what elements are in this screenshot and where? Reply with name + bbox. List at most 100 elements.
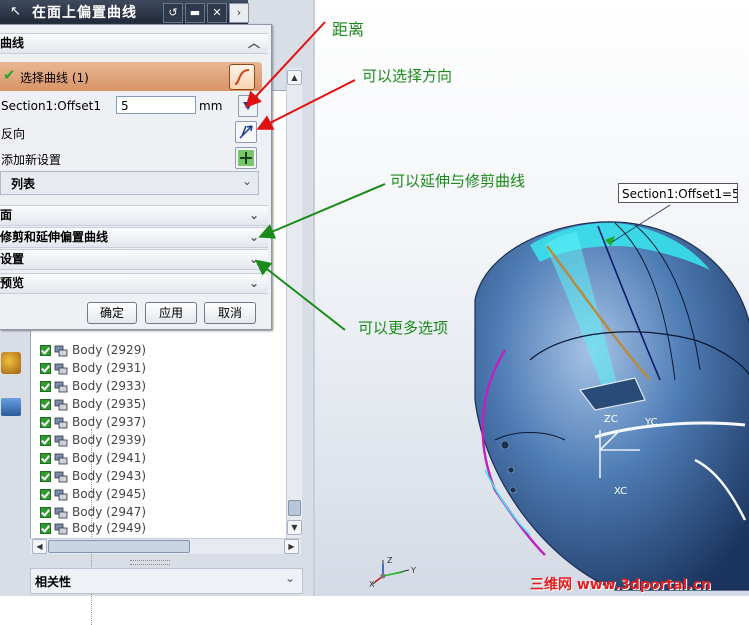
tree-row[interactable]: Body (2949) [40, 519, 146, 537]
checkbox-icon[interactable] [40, 399, 51, 410]
chevron-up-icon[interactable]: ︿ [246, 34, 262, 53]
tree-row-label: Body (2929) [72, 343, 147, 357]
list-combo[interactable]: 列表 ⌄ [0, 171, 259, 195]
curve-select-icon[interactable] [229, 64, 255, 90]
scroll-right-icon[interactable]: ▶ [284, 539, 299, 554]
tree-horizontal-scrollbar[interactable]: ◀ ▶ [30, 538, 301, 554]
settings-group-header[interactable]: 设置 ⌄ [0, 249, 268, 270]
tree-row[interactable]: Body (2939) [40, 431, 146, 449]
ok-button[interactable]: 确定 [87, 302, 137, 324]
tool-pointer-icon: ↖ [10, 4, 21, 19]
settings-group-label: 设置 [0, 252, 25, 266]
checkbox-icon[interactable] [40, 435, 51, 446]
tree-row-label: Body (2949) [72, 521, 147, 535]
check-icon: ✔ [3, 66, 16, 84]
trim-group-header[interactable]: 修剪和延伸偏置曲线 ⌄ [0, 227, 268, 248]
select-curve-row[interactable]: ✔ 选择曲线 (1) [0, 62, 262, 91]
body-icon [54, 381, 68, 392]
helmet-model[interactable] [315, 0, 749, 596]
splitter-handle[interactable] [130, 560, 170, 565]
triad-label-y: Y [411, 566, 416, 575]
tree-row-label: Body (2939) [72, 433, 147, 447]
preview-group-header[interactable]: 预览 ⌄ [0, 273, 268, 294]
chevron-down-icon[interactable]: ⌄ [246, 250, 262, 269]
hscroll-thumb[interactable] [48, 540, 190, 553]
chevron-down-icon[interactable]: ⌄ [246, 274, 262, 293]
checkbox-icon[interactable] [40, 471, 51, 482]
checkbox-icon[interactable] [40, 507, 51, 518]
tree-row[interactable]: Body (2929) [40, 341, 146, 359]
body-icon [54, 399, 68, 410]
dialog-title-bar[interactable]: ↖ 在面上偏置曲线 ↺ ▬ ✕ › [0, 0, 249, 24]
related-panel-header[interactable]: 相关性 ⌄ [30, 568, 303, 594]
history-icon[interactable] [1, 398, 21, 416]
body-icon [54, 417, 68, 428]
tree-row[interactable]: Body (2945) [40, 485, 146, 503]
axis-label-yc: YC [645, 417, 658, 428]
tree-vertical-scrollbar[interactable]: ▲ ▼ [286, 68, 302, 538]
body-icon [54, 507, 68, 518]
tree-row[interactable]: Body (2943) [40, 467, 146, 485]
chevron-down-icon[interactable]: ⌄ [282, 571, 298, 589]
list-label: 列表 [11, 177, 36, 191]
dialog-title: 在面上偏置曲线 [32, 5, 137, 21]
close-icon[interactable]: ✕ [207, 3, 227, 23]
checkbox-icon[interactable] [40, 453, 51, 464]
related-panel-label: 相关性 [35, 575, 72, 589]
body-icon [54, 471, 68, 482]
curve-group-header[interactable]: 曲线 ︿ [0, 33, 268, 54]
reset-icon[interactable]: ↺ [163, 3, 183, 23]
body-icon [54, 453, 68, 464]
tree-row[interactable]: Body (2931) [40, 359, 146, 377]
watermark: 三维网 www.3dportal.cn [530, 577, 711, 593]
tree-row-label: Body (2935) [72, 397, 147, 411]
cancel-button[interactable]: 取消 [204, 302, 256, 324]
body-icon [54, 435, 68, 446]
add-setting-icon[interactable] [235, 147, 257, 169]
chevron-down-icon[interactable]: ⌄ [242, 174, 252, 188]
unit-dropdown-icon[interactable] [238, 95, 258, 117]
tree-row[interactable]: Body (2941) [40, 449, 146, 467]
offset-label: Section1:Offset1 [1, 99, 101, 113]
scroll-down-icon[interactable]: ▼ [287, 520, 302, 535]
tree-row-label: Body (2945) [72, 487, 147, 501]
annotation-choose-direction: 可以选择方向 [362, 67, 453, 85]
reverse-direction-icon[interactable] [235, 121, 257, 143]
checkbox-icon[interactable] [40, 363, 51, 374]
unit-label: mm [199, 99, 223, 113]
chevron-down-icon[interactable]: ⌄ [246, 228, 262, 247]
tree-row-label: Body (2931) [72, 361, 147, 375]
scroll-left-icon[interactable]: ◀ [32, 539, 47, 554]
roles-icon[interactable] [1, 352, 21, 374]
axis-label-zc: ZC [604, 414, 618, 425]
resource-bar [0, 352, 22, 432]
scroll-thumb[interactable] [288, 500, 301, 516]
chevron-down-icon[interactable]: ⌄ [246, 206, 262, 225]
tree-row[interactable]: Body (2937) [40, 413, 146, 431]
triad-label-x: X [369, 580, 375, 589]
apply-button[interactable]: 应用 [145, 302, 197, 324]
annotation-distance: 距离 [332, 20, 365, 39]
tree-row-label: Body (2941) [72, 451, 147, 465]
checkbox-icon[interactable] [40, 345, 51, 356]
chevron-right-icon[interactable]: › [229, 3, 249, 23]
checkbox-icon[interactable] [40, 417, 51, 428]
tree-row-label: Body (2943) [72, 469, 147, 483]
annotation-extend-trim: 可以延伸与修剪曲线 [390, 172, 526, 190]
triad-label-z: Z [387, 556, 393, 565]
graphics-viewport[interactable]: ZC YC XC Section1:Offset1=5 Z Y X 三维网 ww… [313, 0, 749, 596]
add-setting-label: 添加新设置 [1, 153, 62, 167]
checkbox-icon[interactable] [40, 489, 51, 500]
checkbox-icon[interactable] [40, 523, 51, 534]
scroll-up-icon[interactable]: ▲ [287, 70, 302, 85]
tree-row-label: Body (2947) [72, 505, 147, 519]
face-group-header[interactable]: 面 ⌄ [0, 205, 268, 226]
tree-row[interactable]: Body (2933) [40, 377, 146, 395]
offset-dimension-label[interactable]: Section1:Offset1=5 [618, 183, 738, 203]
tree-row[interactable]: Body (2935) [40, 395, 146, 413]
minimize-icon[interactable]: ▬ [185, 3, 205, 23]
checkbox-icon[interactable] [40, 381, 51, 392]
body-icon [54, 489, 68, 500]
tree-row-label: Body (2933) [72, 379, 147, 393]
offset-distance-input[interactable]: 5 [116, 96, 196, 114]
